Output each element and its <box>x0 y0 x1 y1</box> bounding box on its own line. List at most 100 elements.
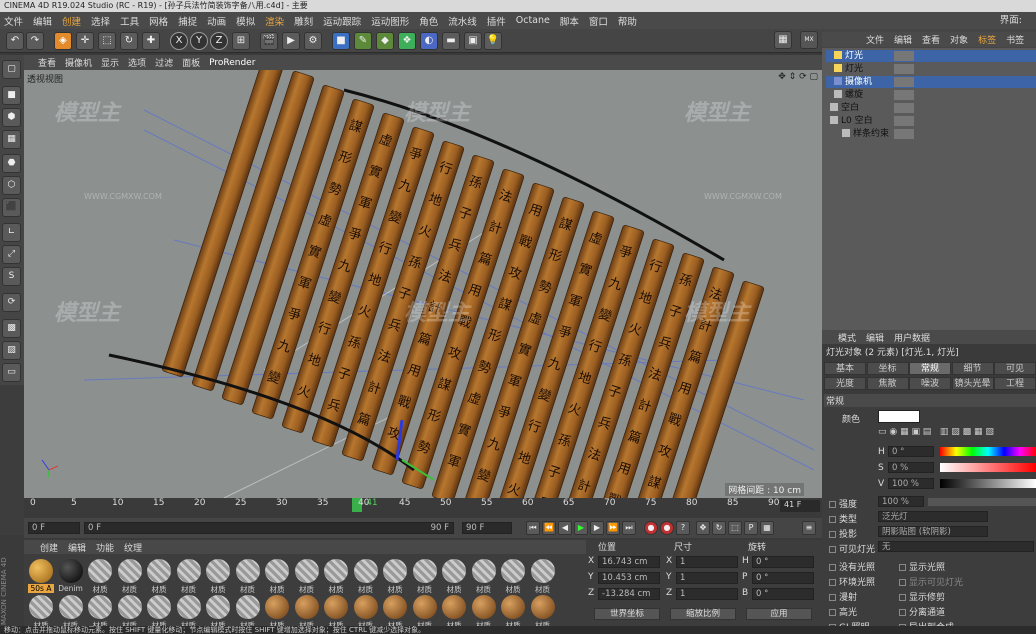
object-row[interactable]: 螺旋 <box>826 89 1036 101</box>
cloner-icon[interactable]: ❖ <box>398 32 416 50</box>
size-field[interactable]: 1 <box>676 588 738 600</box>
material-swatch[interactable]: 材质 <box>500 594 526 630</box>
attribute-menu-item[interactable]: 模式 <box>838 331 856 344</box>
object-row[interactable]: 摄像机 <box>826 76 1036 88</box>
render-view-icon[interactable]: 🎬 <box>260 32 278 50</box>
menu-item[interactable]: 运动图形 <box>371 14 409 28</box>
menu-item[interactable]: 帮助 <box>618 14 637 28</box>
material-swatch[interactable]: 材质 <box>323 594 349 630</box>
size-field[interactable]: 1 <box>676 572 738 584</box>
make-editable-icon[interactable]: ▢ <box>2 60 21 79</box>
saturation-field[interactable]: 0 % <box>888 462 934 473</box>
attribute-tab[interactable]: 细节 <box>951 362 994 375</box>
y-axis-button[interactable]: Y <box>190 32 208 50</box>
attribute-menu-item[interactable]: 用户数据 <box>894 331 930 344</box>
viewport-menu-item[interactable]: 显示 <box>101 56 119 69</box>
color-picker-icons[interactable]: ▭ ◉ ▦ ▣ ▤ ▥ ▨ ▩ ▦ ▧ <box>878 427 1034 439</box>
material-swatch[interactable]: 材质 <box>530 558 556 594</box>
subdivision-icon[interactable]: ◆ <box>376 32 394 50</box>
material-swatch[interactable]: 材质 <box>235 594 261 630</box>
light-icon[interactable]: 💡 <box>484 32 502 50</box>
frame-range-slider[interactable]: 0 F 90 F <box>84 522 454 534</box>
object-row[interactable]: 灯光 <box>826 50 1036 62</box>
material-swatch[interactable]: 材质 <box>500 558 526 594</box>
material-swatch[interactable]: Denim <box>58 558 84 593</box>
show-clipping-checkbox[interactable]: 显示修剪 <box>896 590 945 603</box>
visible-light-select[interactable]: 无 <box>878 541 1034 552</box>
menu-item[interactable]: 选择 <box>91 14 110 28</box>
z-axis-button[interactable]: Z <box>210 32 228 50</box>
scale-key-icon[interactable]: ⬚ <box>728 521 742 535</box>
tweak-mode-icon[interactable]: ⤢ <box>2 245 21 264</box>
material-swatch[interactable]: 材质 <box>382 594 408 630</box>
material-swatch[interactable]: 材质 <box>28 594 54 630</box>
object-menu-item[interactable]: 对象 <box>950 33 968 46</box>
viewport-menu-item[interactable]: 选项 <box>128 56 146 69</box>
size-mode-select[interactable]: 缩放比例 <box>670 608 736 620</box>
camera-icon[interactable]: ▣ <box>464 32 482 50</box>
render-picture-viewer-icon[interactable]: ▶ <box>282 32 300 50</box>
recent-tool-icon[interactable]: ✚ <box>142 32 160 50</box>
snap-icon[interactable]: S <box>2 267 21 286</box>
menu-item[interactable]: 渲染 <box>265 14 284 28</box>
object-menu-item[interactable]: 标签 <box>978 33 996 46</box>
rotation-field[interactable]: 0 ° <box>752 556 814 568</box>
material-swatch[interactable]: 材质 <box>471 594 497 630</box>
menu-item[interactable]: 模拟 <box>236 14 255 28</box>
timeline-menu-icon[interactable]: ≡ <box>802 521 816 535</box>
material-swatch[interactable]: 材质 <box>87 594 113 630</box>
prev-frame-icon[interactable]: ◀ <box>558 521 572 535</box>
render-settings-icon[interactable]: ⚙ <box>304 32 322 50</box>
material-swatch[interactable]: 材质 <box>441 594 467 630</box>
floor-icon[interactable]: ▬ <box>442 32 460 50</box>
material-swatch[interactable]: 材质 <box>412 558 438 594</box>
pen-icon[interactable]: ✎ <box>354 32 372 50</box>
menu-item[interactable]: 文件 <box>4 14 23 28</box>
enable-axis-icon[interactable]: ⟳ <box>2 293 21 312</box>
material-swatch[interactable]: 材质 <box>58 594 84 630</box>
plane-icon[interactable]: ▭ <box>2 363 21 382</box>
type-select[interactable]: 泛光灯 <box>878 511 988 522</box>
next-key-icon[interactable]: ⏩ <box>606 521 620 535</box>
model-mode-icon[interactable]: ■ <box>2 86 21 105</box>
object-row[interactable]: 空白 <box>826 102 1036 114</box>
diffuse-checkbox[interactable]: 漫射 <box>826 590 857 603</box>
attribute-tab[interactable]: 光度 <box>824 377 866 390</box>
object-visibility-icon[interactable] <box>894 64 914 74</box>
material-swatch[interactable]: 材质 <box>353 558 379 594</box>
intensity-field[interactable]: 100 % <box>878 496 924 507</box>
menu-item[interactable]: 窗口 <box>589 14 608 28</box>
attribute-tab[interactable]: 坐标 <box>866 362 909 375</box>
material-menu-item[interactable]: 功能 <box>96 541 114 554</box>
material-swatch[interactable]: 材质 <box>264 594 290 630</box>
viewport-nav-icons[interactable]: ✥ ⇕ ⟳ ▢ <box>778 72 818 82</box>
material-swatch[interactable]: 材质 <box>353 594 379 630</box>
menu-item[interactable]: 角色 <box>419 14 438 28</box>
x-axis-button[interactable]: X <box>170 32 188 50</box>
cube-icon[interactable]: ■ <box>332 32 350 50</box>
size-field[interactable]: 1 <box>676 556 738 568</box>
viewport-menu-item[interactable]: 摄像机 <box>65 56 92 69</box>
autokey-icon[interactable]: ● <box>660 521 674 535</box>
material-swatch[interactable]: 材质 <box>117 594 143 630</box>
object-menu-item[interactable]: 文件 <box>866 33 884 46</box>
scale-icon[interactable]: ⬚ <box>98 32 116 50</box>
material-swatch[interactable]: 材质 <box>294 558 320 594</box>
menu-item[interactable]: 创建 <box>62 14 81 28</box>
points-mode-icon[interactable]: ⬣ <box>2 154 21 173</box>
goto-start-icon[interactable]: ⏮ <box>526 521 540 535</box>
color-swatch[interactable] <box>878 410 920 423</box>
material-swatch[interactable]: 材质 <box>205 558 231 594</box>
perspective-viewport[interactable]: 謀形勢虛實軍爭九變虛實軍爭九變行地火爭九變行地火孫子兵行地火孫子兵法計篇孫子兵法… <box>24 70 822 498</box>
material-swatch[interactable]: 材质 <box>87 558 113 594</box>
object-menu-item[interactable]: 编辑 <box>894 33 912 46</box>
material-swatch[interactable]: 材质 <box>530 594 556 630</box>
attribute-tab[interactable]: 镜头光晕 <box>951 377 994 390</box>
deformer-icon[interactable]: ◐ <box>420 32 438 50</box>
undo-icon[interactable]: ↶ <box>6 32 24 50</box>
position-field[interactable]: -13.284 cm <box>598 588 660 600</box>
material-swatch[interactable]: 材质 <box>264 558 290 594</box>
material-swatch[interactable]: 材质 <box>441 558 467 594</box>
attribute-tab[interactable]: 常规 <box>909 362 951 375</box>
pla-key-icon[interactable]: ▦ <box>760 521 774 535</box>
